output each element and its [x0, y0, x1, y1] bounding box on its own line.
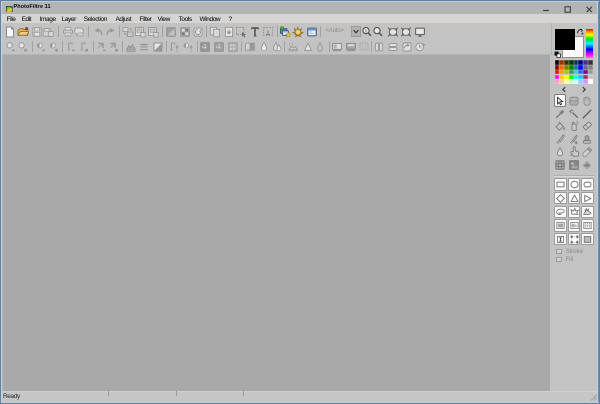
- svg-text:12: 12: [360, 44, 366, 50]
- svg-text:0: 0: [364, 28, 367, 33]
